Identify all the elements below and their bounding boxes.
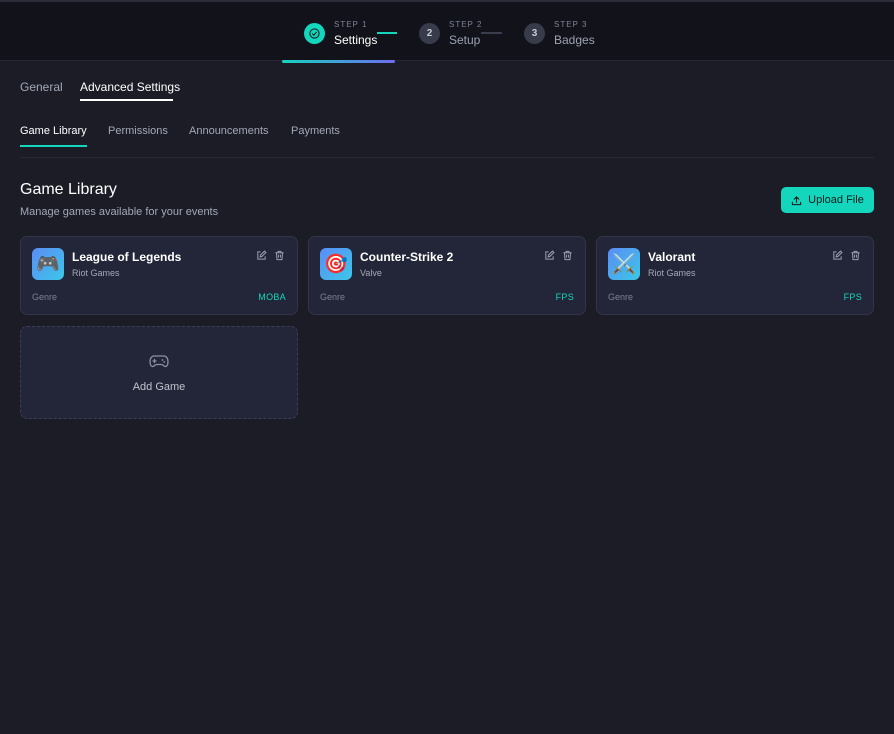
game-controller-icon: 🎮 <box>32 248 64 280</box>
subtab-announcements[interactable]: Announcements <box>189 125 269 137</box>
stepper-bar: STEP 1 Settings 2 STEP 2 Setup 3 STEP 3 … <box>0 0 894 63</box>
active-step-indicator <box>282 60 395 63</box>
trash-icon[interactable] <box>561 249 573 261</box>
step-setup[interactable]: 2 STEP 2 Setup <box>419 20 482 46</box>
page-title: Game Library <box>20 181 117 198</box>
active-tab-indicator <box>80 99 173 101</box>
add-game-button[interactable]: Add Game <box>20 326 298 419</box>
genre-label: Genre <box>608 292 634 302</box>
edit-icon[interactable] <box>543 249 555 261</box>
step-kicker: STEP 3 <box>554 19 588 29</box>
subtab-payments[interactable]: Payments <box>291 125 340 137</box>
step-badges[interactable]: 3 STEP 3 Badges <box>524 20 595 46</box>
game-publisher: Riot Games <box>648 268 696 278</box>
edit-icon[interactable] <box>831 249 843 261</box>
game-card-valorant[interactable]: ⚔️ Valorant Riot Games Genre FPS <box>596 236 874 315</box>
divider <box>20 157 874 158</box>
step-number-badge: 3 <box>524 22 545 44</box>
page-subtitle: Manage games available for your events <box>20 206 219 218</box>
edit-icon[interactable] <box>255 249 267 261</box>
tab-advanced-settings[interactable]: Advanced Settings <box>80 80 180 94</box>
step-kicker: STEP 1 <box>334 19 368 29</box>
game-name: League of Legends <box>72 250 182 264</box>
subtab-game-library[interactable]: Game Library <box>20 125 87 137</box>
genre-label: Genre <box>32 292 58 302</box>
step-kicker: STEP 2 <box>449 19 483 29</box>
game-name: Counter-Strike 2 <box>360 250 454 264</box>
genre-value: FPS <box>555 292 574 302</box>
game-publisher: Riot Games <box>72 268 120 278</box>
target-icon: 🎯 <box>320 248 352 280</box>
active-subtab-indicator <box>20 145 87 147</box>
trash-icon[interactable] <box>273 249 285 261</box>
trash-icon[interactable] <box>849 249 861 261</box>
subtab-permissions[interactable]: Permissions <box>108 125 168 137</box>
tab-general[interactable]: General <box>20 80 63 94</box>
game-name: Valorant <box>648 250 696 264</box>
game-card-league-of-legends[interactable]: 🎮 League of Legends Riot Games Genre MOB… <box>20 236 298 315</box>
upload-file-label: Upload File <box>808 194 864 206</box>
upload-file-button[interactable]: Upload File <box>781 187 874 213</box>
gamepad-icon <box>149 355 169 368</box>
add-game-label: Add Game <box>132 381 186 393</box>
upload-icon <box>791 195 802 205</box>
game-publisher: Valve <box>360 268 382 278</box>
game-card-counter-strike-2[interactable]: 🎯 Counter-Strike 2 Valve Genre FPS <box>308 236 586 315</box>
step-label: Setup <box>449 32 481 47</box>
crossed-swords-icon: ⚔️ <box>608 248 640 280</box>
step-connector <box>481 32 502 34</box>
step-label: Badges <box>554 32 595 47</box>
genre-value: FPS <box>843 292 862 302</box>
genre-label: Genre <box>320 292 346 302</box>
step-number-badge: 2 <box>419 22 440 44</box>
step-settings[interactable]: STEP 1 Settings <box>304 20 377 46</box>
step-connector <box>377 32 397 34</box>
step-label: Settings <box>334 32 378 47</box>
genre-value: MOBA <box>258 292 286 302</box>
check-circle-icon <box>304 22 325 44</box>
